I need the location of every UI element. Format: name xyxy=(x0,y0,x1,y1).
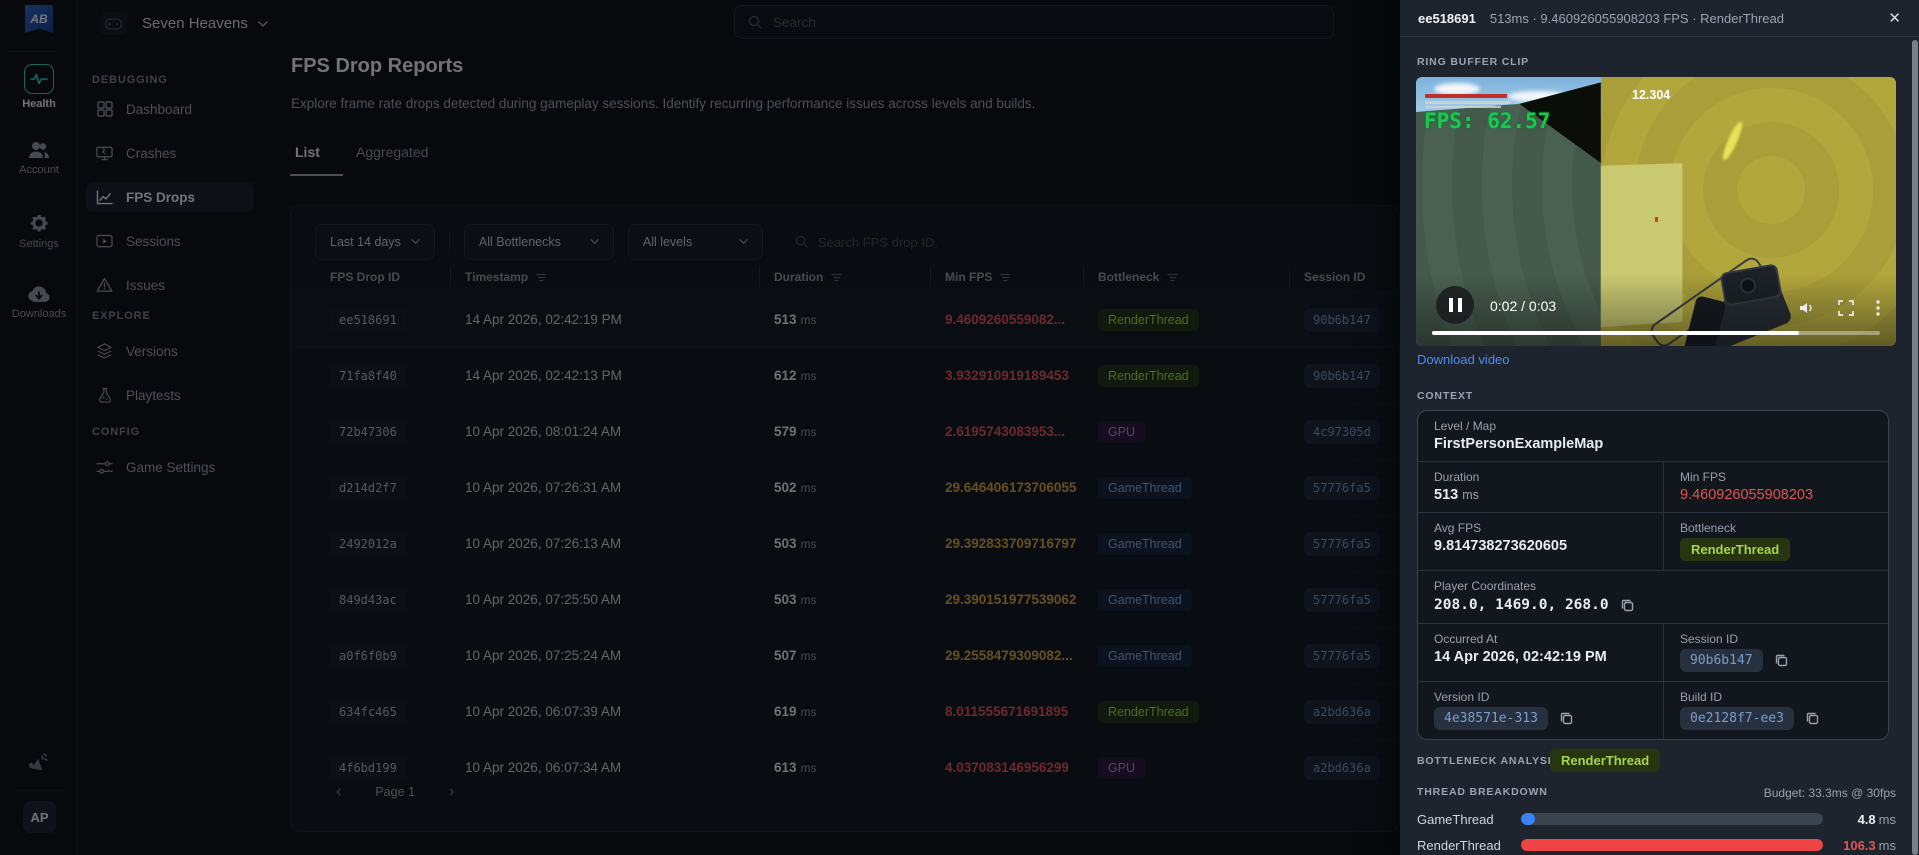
video-warning-text xyxy=(1425,94,1507,98)
min-fps-field: Min FPS 9.460926055908203 xyxy=(1663,462,1888,512)
pause-button[interactable] xyxy=(1436,286,1474,324)
build-id-field: Build ID 0e2128f7-ee3 xyxy=(1663,682,1888,739)
duration-field: Duration 513 ms xyxy=(1434,470,1480,503)
ring-buffer-video-player[interactable]: FPS: 62.57 12.304 0:02 / 0:03 xyxy=(1416,77,1896,346)
thread-breakdown-label: THREAD BREAKDOWN xyxy=(1417,786,1548,798)
modal-dim-overlay[interactable] xyxy=(0,0,1400,855)
bottleneck-badge: RenderThread xyxy=(1680,538,1791,561)
thread-value: 106.3 ms xyxy=(1843,837,1896,853)
copy-icon[interactable] xyxy=(1621,599,1634,612)
ring-buffer-clip-label: RING BUFFER CLIP xyxy=(1417,56,1530,68)
avg-fps-field: Avg FPS 9.814738273620605 xyxy=(1434,521,1568,554)
video-fps-counter: FPS: 62.57 xyxy=(1424,109,1551,133)
session-id-field: Session ID 90b6b147 xyxy=(1663,624,1888,681)
bottleneck-analysis-badge: RenderThread xyxy=(1550,749,1661,772)
occurred-at-field: Occurred At 14 Apr 2026, 02:42:19 PM xyxy=(1434,632,1607,665)
copy-icon[interactable] xyxy=(1775,654,1788,667)
panel-scrollbar[interactable] xyxy=(1912,40,1918,855)
thread-bar xyxy=(1521,813,1823,825)
thread-row-renderthread: RenderThread 106.3 ms xyxy=(1417,837,1896,853)
level-map-field: Level / Map FirstPersonExampleMap xyxy=(1434,419,1604,452)
bottleneck-field: Bottleneck RenderThread xyxy=(1663,513,1888,570)
volume-icon[interactable] xyxy=(1798,300,1816,316)
video-progress-bar[interactable] xyxy=(1432,331,1880,335)
video-stat-overlay: 12.304 xyxy=(1632,88,1671,102)
download-video-link[interactable]: Download video xyxy=(1417,352,1510,367)
build-id-chip[interactable]: 0e2128f7-ee3 xyxy=(1680,707,1794,730)
bottleneck-analysis-label: BOTTLENECK ANALYSIS xyxy=(1417,755,1560,767)
video-time: 0:02 / 0:03 xyxy=(1490,298,1557,314)
session-id-chip[interactable]: 90b6b147 xyxy=(1680,649,1763,672)
context-card: Level / Map FirstPersonExampleMap Durati… xyxy=(1417,410,1889,740)
more-options-icon[interactable] xyxy=(1876,300,1880,316)
thread-budget: Budget: 33.3ms @ 30fps xyxy=(1763,786,1896,800)
context-label: CONTEXT xyxy=(1417,390,1474,402)
panel-header: ee518691 513ms · 9.460926055908203 FPS ·… xyxy=(1400,0,1919,37)
thread-bar xyxy=(1521,839,1823,851)
fullscreen-icon[interactable] xyxy=(1838,300,1854,316)
thread-value: 4.8 ms xyxy=(1857,811,1896,827)
app-root: AB Health Account Settings Downloads AP xyxy=(0,0,1919,855)
fps-drop-detail-panel: ee518691 513ms · 9.460926055908203 FPS ·… xyxy=(1400,0,1919,855)
version-id-field: Version ID 4e38571e-313 xyxy=(1418,682,1663,739)
copy-icon[interactable] xyxy=(1806,712,1819,725)
thread-row-gamethread: GameThread 4.8 ms xyxy=(1417,811,1896,827)
player-coordinates-field: Player Coordinates 208.0, 1469.0, 268.0 xyxy=(1418,571,1888,623)
fps-drop-meta: 513ms · 9.460926055908203 FPS · RenderTh… xyxy=(1489,10,1784,26)
fps-drop-id: ee518691 xyxy=(1418,10,1476,26)
version-id-chip[interactable]: 4e38571e-313 xyxy=(1434,707,1548,730)
close-icon[interactable]: ✕ xyxy=(1888,9,1901,27)
copy-icon[interactable] xyxy=(1560,712,1573,725)
